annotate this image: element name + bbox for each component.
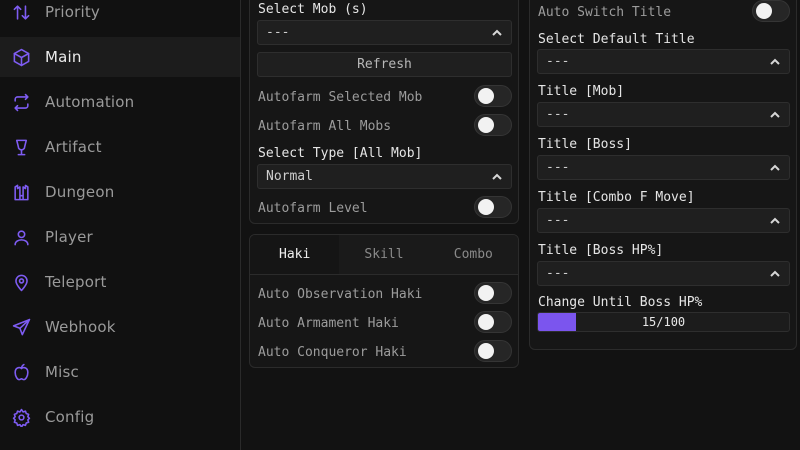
change-until-label: Change Until Boss HP% — [538, 295, 703, 310]
toggle-knob — [478, 88, 494, 104]
change-until-slider[interactable]: 15/100 — [537, 312, 790, 332]
sidebar-item-player[interactable]: Player — [0, 217, 240, 257]
sidebar-item-label: Artifact — [45, 138, 102, 156]
default-title-label: Select Default Title — [538, 32, 695, 47]
goblet-icon — [11, 137, 31, 157]
cube-icon — [11, 47, 31, 67]
default-title-dropdown[interactable]: --- — [537, 49, 790, 74]
sidebar-item-label: Player — [45, 228, 93, 246]
sidebar-item-teleport[interactable]: Teleport — [0, 262, 240, 302]
title-boss-dropdown[interactable]: --- — [537, 155, 790, 180]
chevron-up-icon — [769, 268, 781, 280]
sidebar-item-label: Automation — [45, 93, 135, 111]
toggle-knob — [478, 285, 494, 301]
chevron-up-icon — [769, 215, 781, 227]
select-mob-value: --- — [266, 25, 290, 40]
title-mob-dropdown[interactable]: --- — [537, 102, 790, 127]
title-combo-value: --- — [546, 213, 570, 228]
sort-arrows-icon — [11, 2, 31, 22]
auto-conqueror-label: Auto Conqueror Haki — [258, 345, 407, 360]
autofarm-all-label: Autofarm All Mobs — [258, 119, 392, 134]
send-icon — [11, 317, 31, 337]
auto-switch-title-label: Auto Switch Title — [538, 5, 672, 20]
sidebar-item-label: Misc — [45, 363, 79, 381]
auto-conqueror-toggle[interactable] — [474, 340, 512, 362]
autofarm-selected-toggle[interactable] — [474, 85, 512, 107]
title-mob-value: --- — [546, 107, 570, 122]
chevron-up-icon — [769, 56, 781, 68]
toggle-knob — [478, 199, 494, 215]
select-type-dropdown[interactable]: Normal — [257, 164, 512, 189]
autofarm-level-label: Autofarm Level — [258, 201, 368, 216]
chevron-up-icon — [769, 109, 781, 121]
tab-combo[interactable]: Combo — [428, 235, 518, 274]
tab-skill[interactable]: Skill — [339, 235, 429, 274]
user-icon — [11, 227, 31, 247]
default-title-value: --- — [546, 54, 570, 69]
title-boss-hp-dropdown[interactable]: --- — [537, 261, 790, 286]
sidebar-item-misc[interactable]: Misc — [0, 352, 240, 392]
auto-armament-label: Auto Armament Haki — [258, 316, 399, 331]
tab-haki[interactable]: Haki — [250, 235, 340, 274]
title-combo-label: Title [Combo F Move] — [538, 190, 695, 205]
sidebar-item-label: Config — [45, 408, 95, 426]
haki-tabs: Haki Skill Combo — [250, 235, 518, 275]
farm-panel: Select Mob (s) --- Refresh Autofarm Sele… — [249, 0, 519, 224]
toggle-knob — [478, 343, 494, 359]
toggle-knob — [478, 117, 494, 133]
sidebar-item-config[interactable]: Config — [0, 397, 240, 437]
autofarm-all-toggle[interactable] — [474, 114, 512, 136]
chevron-up-icon — [491, 27, 503, 39]
title-boss-hp-label: Title [Boss HP%] — [538, 243, 664, 258]
sidebar-item-webhook[interactable]: Webhook — [0, 307, 240, 347]
chevron-up-icon — [769, 162, 781, 174]
sidebar-item-priority[interactable]: Priority — [0, 0, 240, 32]
map-pin-icon — [11, 272, 31, 292]
auto-armament-toggle[interactable] — [474, 311, 512, 333]
auto-observation-label: Auto Observation Haki — [258, 287, 423, 302]
apple-icon — [11, 362, 31, 382]
sidebar-item-dungeon[interactable]: Dungeon — [0, 172, 240, 212]
sidebar-item-artifact[interactable]: Artifact — [0, 127, 240, 167]
auto-observation-toggle[interactable] — [474, 282, 512, 304]
sidebar-item-label: Priority — [45, 3, 100, 21]
title-mob-label: Title [Mob] — [538, 84, 625, 99]
autofarm-selected-label: Autofarm Selected Mob — [258, 90, 423, 105]
settings-cog-icon — [11, 407, 31, 427]
repeat-icon — [11, 92, 31, 112]
sidebar-item-label: Main — [45, 48, 82, 66]
sidebar-item-main[interactable]: Main — [0, 37, 240, 77]
toggle-knob — [756, 3, 772, 19]
select-mob-label: Select Mob (s) — [258, 2, 368, 17]
auto-switch-title-toggle[interactable] — [752, 0, 790, 22]
castle-icon — [11, 182, 31, 202]
title-boss-hp-value: --- — [546, 266, 570, 281]
sidebar-item-label: Dungeon — [45, 183, 115, 201]
select-mob-dropdown[interactable]: --- — [257, 20, 512, 45]
sidebar-item-automation[interactable]: Automation — [0, 82, 240, 122]
autofarm-level-toggle[interactable] — [474, 196, 512, 218]
select-type-label: Select Type [All Mob] — [258, 146, 423, 161]
sidebar: Priority Main Automation Artifact Dungeo… — [0, 0, 241, 450]
title-boss-value: --- — [546, 160, 570, 175]
title-boss-label: Title [Boss] — [538, 137, 632, 152]
toggle-knob — [478, 314, 494, 330]
select-type-value: Normal — [266, 169, 313, 184]
sidebar-item-label: Webhook — [45, 318, 116, 336]
chevron-up-icon — [491, 171, 503, 183]
sidebar-item-label: Teleport — [45, 273, 107, 291]
title-combo-dropdown[interactable]: --- — [537, 208, 790, 233]
title-panel: Auto Switch Title Select Default Title -… — [529, 0, 797, 350]
haki-panel: Haki Skill Combo Auto Observation Haki A… — [249, 234, 519, 368]
refresh-button[interactable]: Refresh — [257, 52, 512, 77]
slider-value: 15/100 — [641, 315, 686, 329]
